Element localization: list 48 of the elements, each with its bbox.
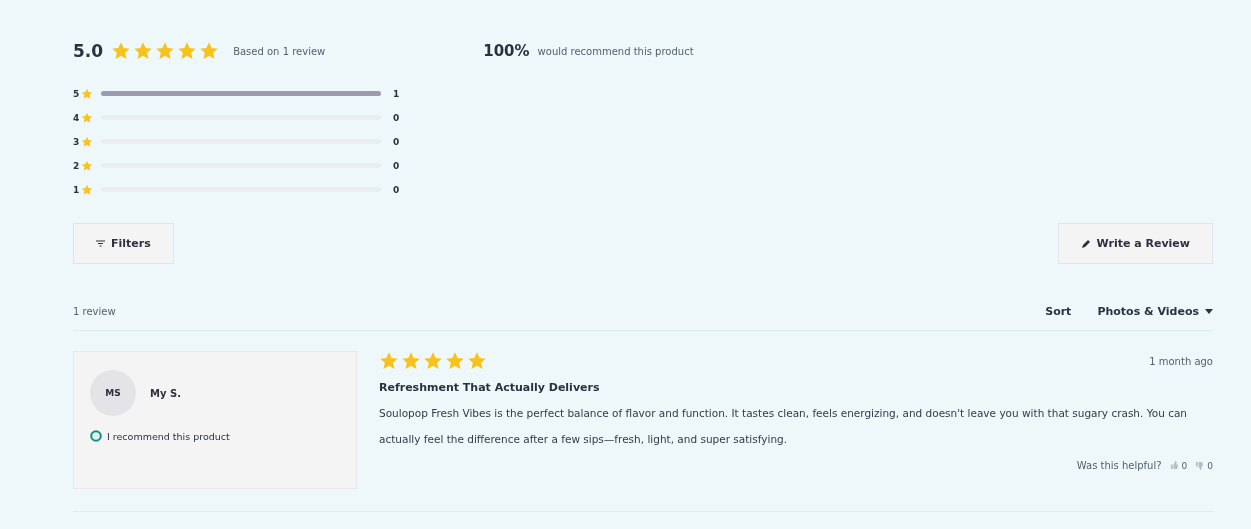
avatar-initials: MS (90, 370, 136, 416)
rating-label: 1 (73, 184, 81, 195)
filters-button[interactable]: Filters (73, 223, 174, 264)
average-rating: 5.0 (73, 41, 104, 61)
thumbs-down-button[interactable]: 0 (1195, 460, 1213, 471)
star-icon (81, 111, 93, 124)
review-basis: Based on 1 review (233, 45, 326, 57)
star-icon (199, 41, 220, 61)
pencil-icon (1080, 238, 1091, 249)
rating-label: 4 (73, 112, 81, 123)
star-icon (111, 41, 132, 61)
star-icon (379, 351, 399, 371)
reviewer-name: My S. (150, 387, 181, 399)
sort-label: Sort (1045, 304, 1072, 318)
thumbs-down-icon (1195, 461, 1205, 470)
recommend-percent: 100% (483, 42, 530, 60)
review-title: Refreshment That Actually Delivers (379, 381, 601, 394)
caret-icon (1205, 308, 1213, 314)
review-body: Soulopop Fresh Vibes is the perfect balance of flavor and function. It tastes clean, feels energizing, and doesn't leave you with that sugary crash. You can actually feel the difference after a few sips—fresh, light, and super satisfying. (379, 406, 1188, 447)
rating-count: 0 (393, 160, 400, 171)
thumbs-up-icon (1169, 461, 1179, 470)
recommend-note: I recommend this product (107, 430, 230, 442)
rating-label: 3 (73, 136, 81, 147)
rating-count: 0 (393, 136, 400, 147)
star-icon (467, 351, 487, 371)
review-count: 1 review (73, 305, 116, 317)
filter-icon (96, 240, 105, 247)
star-icon (177, 41, 198, 61)
rating-count: 1 (393, 88, 400, 99)
rating-label: 5 (73, 88, 81, 99)
star-icon (81, 159, 93, 172)
rating-label: 2 (73, 160, 81, 171)
star-icon (423, 351, 443, 371)
review-date: 1 month ago (1149, 355, 1213, 367)
star-icon (401, 351, 421, 371)
star-icon (81, 87, 93, 100)
star-icon (81, 183, 93, 196)
sort-dropdown[interactable]: Photos & Videos (1097, 304, 1213, 318)
star-icon (133, 41, 154, 61)
rating-count: 0 (393, 184, 400, 195)
thumbs-up-button[interactable]: 0 (1169, 460, 1188, 471)
star-icon (155, 41, 176, 61)
recommend-text: would recommend this product (537, 45, 694, 57)
helpful-question: Was this helpful? (1076, 460, 1162, 471)
write-review-button[interactable]: Write a Review (1057, 223, 1213, 264)
rating-count: 0 (393, 112, 400, 123)
star-icon (81, 135, 93, 148)
star-icon (445, 351, 465, 371)
